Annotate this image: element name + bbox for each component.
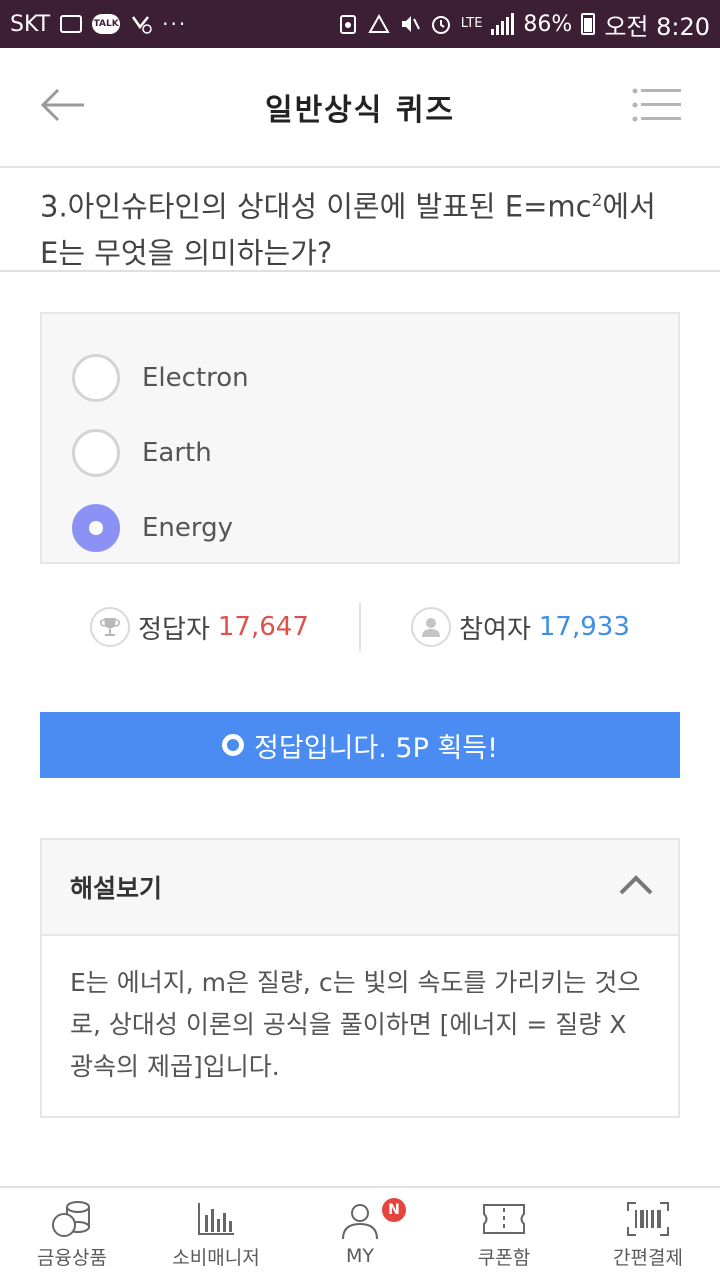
result-text: 정답입니다. 5P 획득! xyxy=(254,732,498,764)
more-notifications-icon: ··· xyxy=(162,12,188,36)
option-earth[interactable]: Earth xyxy=(42,415,678,490)
nav-spending-manager[interactable]: 소비매니저 xyxy=(144,1188,288,1280)
signal-icon xyxy=(491,13,515,35)
option-electron[interactable]: Electron xyxy=(42,340,678,415)
nav-coupon-box[interactable]: 쿠폰함 xyxy=(432,1188,576,1280)
nav-label: MY xyxy=(346,1245,374,1267)
network-type-label: LTE xyxy=(460,16,483,31)
option-energy[interactable]: Energy xyxy=(42,490,678,565)
arrow-left-icon xyxy=(40,88,86,126)
alarm-icon xyxy=(430,13,452,35)
person-icon xyxy=(411,607,452,647)
explanation-title: 해설보기 xyxy=(70,874,163,903)
explanation-body: E는 에너지, m은 질량, c는 빛의 속도를 가리키는 것으로, 상대성 이… xyxy=(70,968,641,1081)
new-badge: N xyxy=(382,1198,406,1222)
bar-chart-icon xyxy=(194,1199,238,1239)
nav-label: 쿠폰함 xyxy=(477,1246,531,1269)
nav-label: 간편결제 xyxy=(613,1246,683,1269)
nav-label: 금융상품 xyxy=(37,1246,107,1269)
clock: 오전 8:20 xyxy=(604,12,710,41)
carrier-label: SKT xyxy=(10,11,51,37)
menu-button[interactable] xyxy=(632,82,682,132)
radio-unchecked-icon[interactable] xyxy=(72,353,120,402)
user-icon xyxy=(338,1201,382,1241)
question-text: 3.아인슈타인의 상대성 이론에 발표된 E=mc2에서 E는 무엇을 의미하는… xyxy=(0,168,720,272)
image-notification-icon xyxy=(60,15,83,33)
trophy-icon xyxy=(90,607,131,647)
kakaotalk-notification-icon: TALK xyxy=(92,14,121,34)
nav-label: 소비매니저 xyxy=(172,1246,260,1269)
back-button[interactable] xyxy=(38,82,88,132)
recycle-icon xyxy=(337,13,359,35)
missed-call-icon xyxy=(130,13,152,35)
explanation-toggle[interactable]: 해설보기 xyxy=(42,840,678,936)
mute-icon xyxy=(399,13,421,35)
radio-unchecked-icon[interactable] xyxy=(72,428,120,477)
bottom-navigation: 금융상품 소비매니저 N MY 쿠폰함 간편결제 xyxy=(0,1186,720,1280)
chevron-up-icon[interactable] xyxy=(618,874,654,900)
status-bar: SKT TALK ··· LTE 86% 오전 8:20 xyxy=(0,0,720,48)
radio-checked-icon[interactable] xyxy=(72,503,120,552)
coins-icon xyxy=(50,1199,94,1239)
quiz-stats: 정답자 17,647 참여자 17,933 xyxy=(40,564,680,690)
battery-percent: 86% xyxy=(523,11,573,37)
explanation-panel: 해설보기 E는 에너지, m은 질량, c는 빛의 속도를 가리키는 것으로, … xyxy=(40,838,680,1118)
nav-easy-payment[interactable]: 간편결제 xyxy=(576,1188,720,1280)
question-superscript: 2 xyxy=(591,191,603,211)
hamburger-menu-icon xyxy=(632,88,682,126)
option-label: Energy xyxy=(142,512,234,543)
question-text-before: 3.아인슈타인의 상대성 이론에 발표된 E=mc xyxy=(40,189,592,224)
nav-my[interactable]: N MY xyxy=(288,1188,432,1280)
correct-count: 정답자 17,647 xyxy=(40,607,359,647)
result-banner: 정답입니다. 5P 획득! xyxy=(40,712,680,778)
page-title: 일반상식 퀴즈 xyxy=(264,93,456,128)
participants-label: 참여자 xyxy=(459,614,531,645)
nav-financial-products[interactable]: 금융상품 xyxy=(0,1188,144,1280)
answer-options: Electron Earth Energy xyxy=(40,312,680,564)
option-label: Electron xyxy=(142,362,249,393)
participants-count: 참여자 17,933 xyxy=(361,607,680,647)
app-header: 일반상식 퀴즈 xyxy=(0,48,720,168)
participants-value: 17,933 xyxy=(538,612,630,642)
barcode-icon xyxy=(626,1199,670,1239)
correct-value: 17,647 xyxy=(217,612,309,642)
ticket-icon xyxy=(482,1199,526,1239)
battery-icon xyxy=(581,13,596,35)
sync-icon xyxy=(368,13,390,35)
correct-circle-icon xyxy=(222,734,245,756)
option-label: Earth xyxy=(142,437,212,468)
correct-label: 정답자 xyxy=(138,614,210,645)
